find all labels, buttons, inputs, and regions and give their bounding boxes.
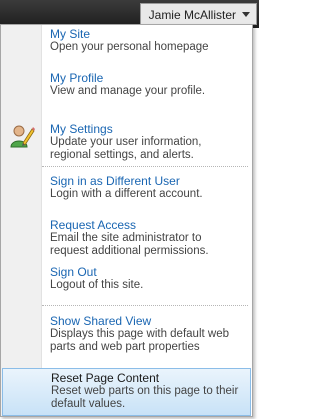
menu-item-desc: View and manage your profile. [50,85,206,97]
menu-item-title: My Settings [50,122,113,136]
menu-item-title: Sign Out [50,265,97,279]
menu-item-title: Sign in as Different User [50,174,180,188]
menu-item-my-settings[interactable]: My Settings Update your user information… [2,120,251,166]
menu-item-desc: Update your user information, regional s… [50,136,202,161]
menu-item-title: My Profile [50,71,104,85]
user-menu-button[interactable]: Jamie McAllister [139,3,257,25]
menu-item-title: Reset Page Content [51,371,160,385]
menu-item-my-site[interactable]: My Site Open your personal homepage [2,25,251,71]
menu-item-desc: Email the site administrator to request … [50,232,209,257]
menu-item-desc: Reset web parts on this page to their de… [51,385,239,410]
user-settings-icon [10,125,35,148]
user-dropdown-menu: My Site Open your personal homepage My P… [0,24,253,417]
menu-separator [42,166,248,167]
menu-item-desc: Logout of this site. [50,279,144,291]
user-name: Jamie McAllister [148,8,236,22]
menu-item-title: My Site [50,27,91,41]
menu-item-desc: Login with a different account. [50,188,203,200]
menu-item-my-profile[interactable]: My Profile View and manage your profile. [2,69,251,119]
menu-separator [42,305,248,306]
menu-item-reset-page-content[interactable]: Reset Page Content Reset web parts on th… [2,368,251,416]
dropdown-caret-icon [242,12,250,17]
menu-item-title: Request Access [50,218,137,232]
menu-item-title: Show Shared View [50,314,152,328]
menu-item-sign-in-different-user[interactable]: Sign in as Different User Login with a d… [2,172,251,218]
menu-item-show-shared-view[interactable]: Show Shared View Displays this page with… [2,312,251,368]
menu-item-desc: Open your personal homepage [50,41,209,53]
menu-item-desc: Displays this page with default web part… [50,328,229,353]
menu-item-sign-out[interactable]: Sign Out Logout of this site. [2,263,251,303]
